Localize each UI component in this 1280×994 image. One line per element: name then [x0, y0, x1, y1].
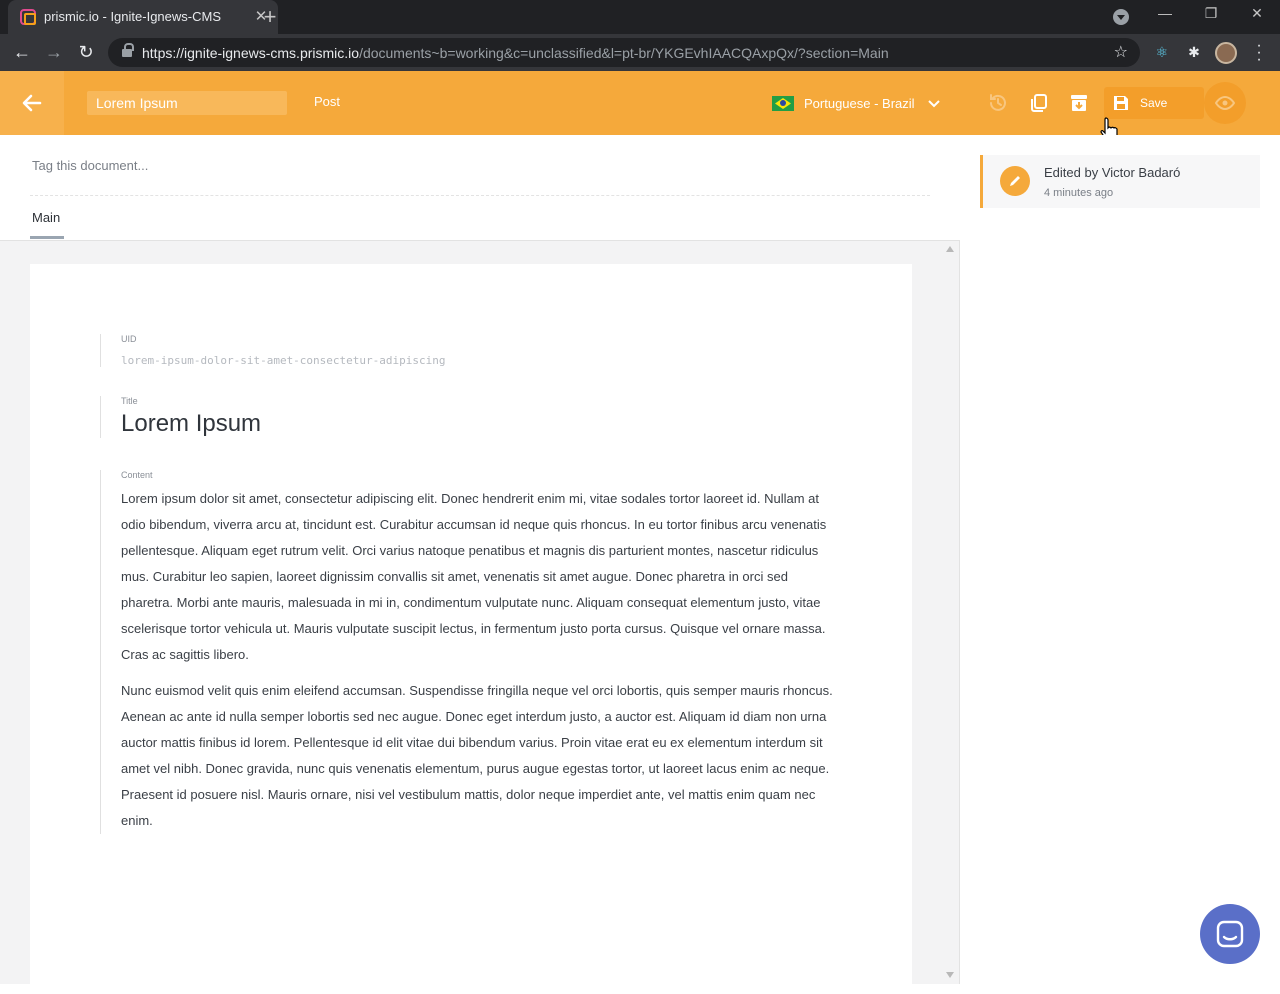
- reload-icon[interactable]: ↻: [74, 40, 98, 64]
- title-value[interactable]: Lorem Ipsum: [121, 410, 261, 438]
- address-bar[interactable]: https://ignite-ignews-cms.prismic.io/doc…: [108, 38, 1140, 67]
- language-label: Portuguese - Brazil: [804, 96, 915, 111]
- activity-item[interactable]: Edited by Victor Badaró 4 minutes ago: [980, 155, 1260, 208]
- document-card: UID lorem-ipsum-dolor-sit-amet-consectet…: [30, 264, 912, 994]
- url-text: https://ignite-ignews-cms.prismic.io/doc…: [142, 45, 889, 61]
- window-close-icon[interactable]: ✕: [1242, 5, 1272, 22]
- back-arrow-icon: [22, 94, 42, 112]
- preview-button[interactable]: [1204, 82, 1246, 124]
- duplicate-icon[interactable]: [1027, 91, 1051, 115]
- chat-launcher-button[interactable]: [1200, 904, 1260, 964]
- chevron-down-icon: [928, 100, 940, 108]
- tag-input[interactable]: Tag this document...: [32, 158, 148, 173]
- document-meta-bar: Tag this document... Main: [0, 135, 960, 241]
- browser-toolbar: ← → ↻ https://ignite-ignews-cms.prismic.…: [0, 34, 1280, 71]
- lock-icon: [122, 43, 134, 58]
- scroll-down-arrow-icon[interactable]: [946, 972, 954, 978]
- activity-title: Edited by Victor Badaró: [1044, 165, 1181, 180]
- tab-main[interactable]: Main: [32, 210, 60, 225]
- document-header: Lorem Ipsum Post Portuguese - Brazil Sav…: [0, 71, 1280, 135]
- content-paragraph[interactable]: Nunc euismod velit quis enim eleifend ac…: [121, 678, 839, 834]
- forward-nav-icon[interactable]: →: [42, 40, 66, 64]
- uid-value[interactable]: lorem-ipsum-dolor-sit-amet-consectetur-a…: [121, 354, 446, 367]
- pencil-icon: [1000, 166, 1030, 196]
- content-label: Content: [121, 470, 153, 480]
- uid-label: UID: [121, 334, 137, 344]
- browser-tabbar: prismic.io - Ignite-Ignews-CMS ✕ + — ❐ ✕: [0, 0, 1280, 34]
- divider: [30, 195, 930, 196]
- content-paragraph[interactable]: Lorem ipsum dolor sit amet, consectetur …: [121, 486, 839, 668]
- save-label: Save: [1140, 96, 1168, 110]
- react-devtools-icon[interactable]: ⚛: [1152, 42, 1172, 62]
- active-tab-indicator: [30, 236, 64, 239]
- eye-icon: [1215, 95, 1235, 111]
- history-icon[interactable]: [986, 91, 1010, 115]
- document-type-label: Post: [314, 94, 341, 109]
- content-field[interactable]: Content Lorem ipsum dolor sit amet, cons…: [100, 470, 839, 834]
- new-tab-icon[interactable]: +: [258, 4, 282, 30]
- tab-title: prismic.io - Ignite-Ignews-CMS: [44, 9, 221, 24]
- scroll-up-arrow-icon[interactable]: [946, 246, 954, 252]
- document-title-field[interactable]: Lorem Ipsum: [87, 91, 287, 115]
- browser-menu-icon[interactable]: · · ·: [1254, 38, 1264, 68]
- uid-field[interactable]: UID lorem-ipsum-dolor-sit-amet-consectet…: [100, 334, 446, 367]
- activity-panel: Edited by Victor Badaró 4 minutes ago: [961, 135, 1280, 984]
- activity-time: 4 minutes ago: [1044, 187, 1114, 199]
- save-icon: [1114, 96, 1128, 110]
- editor-area: UID lorem-ipsum-dolor-sit-amet-consectet…: [0, 241, 960, 994]
- title-field[interactable]: Title Lorem Ipsum: [100, 396, 261, 438]
- extensions-icon[interactable]: ✱: [1184, 42, 1204, 62]
- prismic-favicon-icon: [20, 9, 36, 25]
- save-button[interactable]: Save: [1104, 87, 1204, 119]
- bookmark-star-icon[interactable]: ☆: [1114, 42, 1128, 62]
- browser-tab[interactable]: prismic.io - Ignite-Ignews-CMS ✕: [8, 0, 278, 34]
- restore-icon[interactable]: ❐: [1196, 5, 1226, 22]
- chat-icon: [1216, 920, 1244, 948]
- archive-icon[interactable]: [1067, 91, 1091, 115]
- title-label: Title: [121, 396, 138, 406]
- brazil-flag-icon: [772, 96, 794, 111]
- minimize-icon[interactable]: —: [1150, 5, 1180, 21]
- content-richtext[interactable]: Lorem ipsum dolor sit amet, consectetur …: [121, 486, 839, 834]
- tab-search-icon[interactable]: [1113, 9, 1129, 25]
- back-nav-icon[interactable]: ←: [10, 40, 34, 64]
- back-button[interactable]: [0, 71, 64, 135]
- profile-avatar[interactable]: [1215, 42, 1237, 64]
